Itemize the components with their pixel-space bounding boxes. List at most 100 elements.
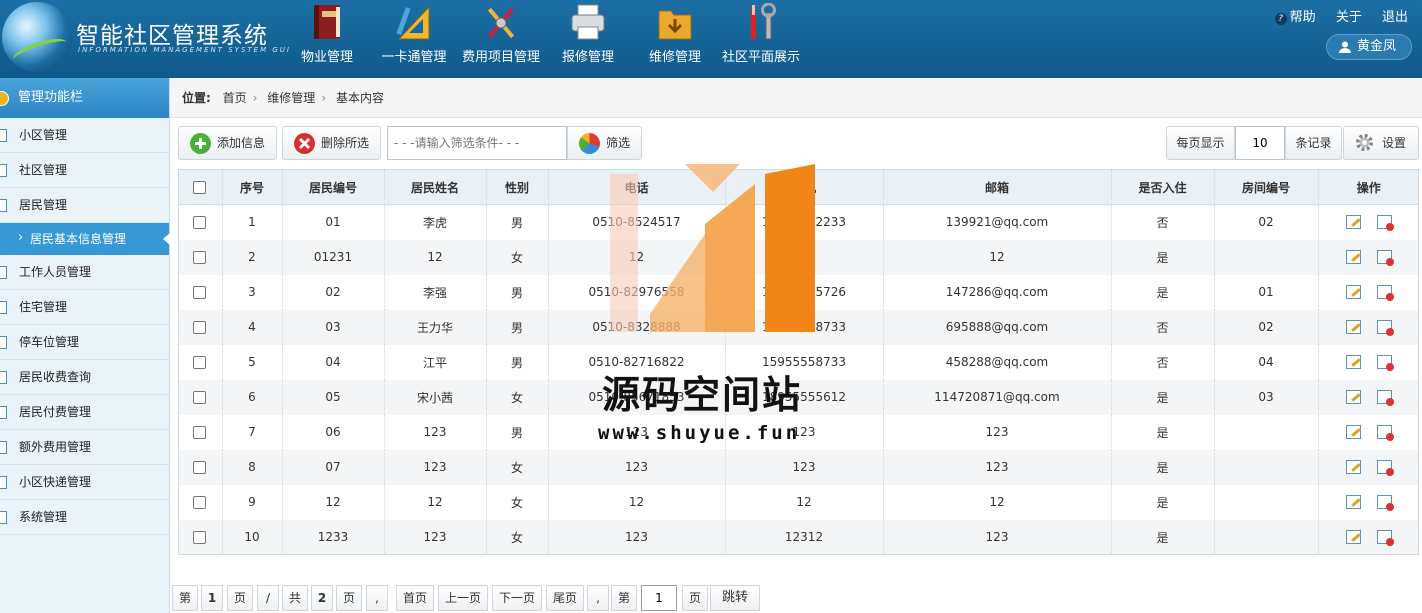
last-page-button[interactable]: 尾页 [546,585,584,611]
table-cell: 是 [1111,519,1215,555]
edit-icon[interactable] [1345,390,1361,404]
delete-row-icon[interactable] [1376,425,1394,441]
edit-icon[interactable] [1345,355,1361,369]
table-cell: 114720871@qq.com [883,379,1112,415]
globe-logo-icon [2,2,72,72]
sidebar-item-resident-info[interactable]: 居民基本信息管理 [0,222,170,255]
table-cell: 0510-8524517 [548,204,726,240]
delete-row-icon[interactable] [1376,250,1394,266]
sidebar-item-staff[interactable]: 工作人员管理 [0,255,169,290]
table-cell: 07 [282,449,385,485]
records-label: 条记录 [1285,126,1342,160]
delete-row-icon[interactable] [1376,215,1394,232]
row-checkbox[interactable] [193,356,207,369]
col-header: 居民编号 [282,169,385,205]
jump-page-input[interactable] [641,585,677,611]
per-page-input[interactable] [1235,126,1285,160]
row-checkbox[interactable] [193,391,207,404]
delete-row-icon[interactable] [1376,530,1394,546]
row-select-cell [178,204,223,240]
table-cell: 05 [282,379,385,415]
nav-card[interactable]: 一卡通管理 [376,0,452,78]
delete-row-icon[interactable] [1376,355,1394,371]
user-menu[interactable]: 黄金凤 [1326,34,1412,60]
table-header-row: 序号 居民编号 居民姓名 性别 电话 手机 邮箱 是否入住 房间编号 操作 [178,169,1419,205]
jump-button[interactable]: 跳转 [710,585,760,611]
pager-text: 页 [682,585,708,611]
select-all-checkbox[interactable] [193,181,207,194]
prev-page-button[interactable]: 上一页 [438,585,488,611]
sidebar-item-fee-query[interactable]: 居民收费查询 [0,360,169,395]
edit-icon[interactable] [1345,460,1361,474]
sidebar-item-community[interactable]: 社区管理 [0,153,169,188]
nav-property[interactable]: 物业管理 [295,0,359,78]
add-button[interactable]: 添加信息 [178,126,277,160]
row-actions [1318,275,1419,310]
sidebar-title: 管理功能栏 [18,90,84,105]
delete-row-icon[interactable] [1376,320,1394,336]
table-cell: 123 [883,414,1112,450]
about-link[interactable]: 关于 [1336,10,1362,25]
nav-community-map[interactable]: 社区平面展示 [717,0,805,78]
delete-icon [294,133,315,154]
sidebar-item-housing[interactable]: 住宅管理 [0,290,169,325]
nav-fee-items[interactable]: 费用项目管理 [457,0,545,78]
table-cell: 否 [1111,309,1215,345]
next-page-button[interactable]: 下一页 [492,585,542,611]
sidebar-item-system[interactable]: 系统管理 [0,500,169,535]
row-select-cell [178,309,223,345]
filter-input[interactable] [387,126,567,160]
delete-row-icon[interactable] [1376,390,1394,406]
sidebar-item-residents[interactable]: 居民管理 [0,188,169,223]
table-cell: 6 [222,379,283,415]
row-checkbox[interactable] [193,496,207,509]
sidebar-item-payment[interactable]: 居民付费管理 [0,395,169,430]
delete-selected-button[interactable]: 删除所选 [282,126,381,160]
row-checkbox[interactable] [193,531,207,544]
document-icon [0,511,7,524]
logout-link[interactable]: 退出 [1382,10,1408,25]
row-checkbox[interactable] [193,321,207,334]
edit-icon[interactable] [1345,530,1361,544]
row-checkbox[interactable] [193,461,207,474]
sidebar-item-parking[interactable]: 停车位管理 [0,325,169,360]
breadcrumb-maintenance[interactable]: 维修管理 [267,91,315,105]
col-header: 电话 [548,169,726,205]
sidebar-item-community-area[interactable]: 小区管理 [0,118,169,153]
breadcrumb-home[interactable]: 首页 [223,91,247,105]
col-header: 手机 [725,169,884,205]
edit-icon[interactable] [1345,215,1361,230]
edit-icon[interactable] [1345,425,1361,439]
row-select-cell [178,274,223,310]
table-cell: 12 [725,239,884,275]
edit-icon[interactable] [1345,495,1361,509]
first-page-button[interactable]: 首页 [396,585,434,611]
sidebar-item-express[interactable]: 小区快递管理 [0,465,169,500]
nav-maintenance[interactable]: 维修管理 [643,0,707,78]
delete-row-icon[interactable] [1376,495,1394,511]
row-checkbox[interactable] [193,251,207,264]
table-cell [1214,484,1319,520]
help-link[interactable]: ? 帮助 [1274,10,1316,25]
filter-button[interactable]: 筛选 [567,126,642,160]
edit-icon[interactable] [1345,250,1361,264]
table-cell: 12 [548,484,726,520]
breadcrumb-label: 位置: [182,91,211,105]
row-checkbox[interactable] [193,216,207,230]
sidebar-item-extra-fees[interactable]: 额外费用管理 [0,430,169,465]
row-checkbox[interactable] [193,426,207,439]
table-cell [1214,519,1319,555]
sidebar-item-label: 居民基本信息管理 [30,232,127,246]
filter-button-label: 筛选 [606,136,631,150]
edit-icon[interactable] [1345,320,1361,334]
delete-row-icon[interactable] [1376,285,1394,301]
settings-button[interactable]: 设置 [1343,126,1419,160]
ruler-icon [396,5,430,40]
row-checkbox[interactable] [193,286,207,299]
nav-repair-report[interactable]: 报修管理 [556,0,620,78]
wrench-icon [751,3,776,40]
watermark-text: 源码空间站 [602,373,803,417]
edit-icon[interactable] [1345,285,1361,299]
delete-row-icon[interactable] [1376,460,1394,476]
table-cell: 147286@qq.com [883,274,1112,310]
